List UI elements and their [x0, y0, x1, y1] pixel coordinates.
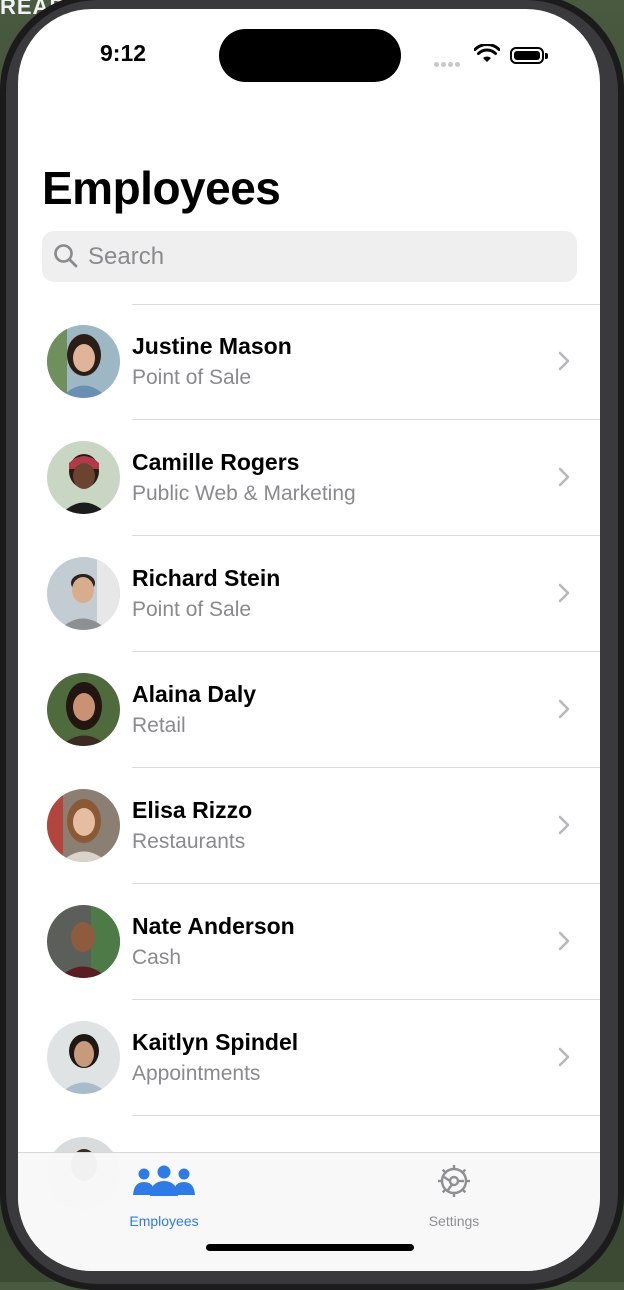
employee-name: Elisa Rizzo [132, 797, 253, 823]
chevron-right-icon [558, 699, 570, 719]
employee-department: Public Web & Marketing [132, 482, 356, 505]
tab-bar: Employees Settings [18, 1152, 600, 1271]
gear-icon [438, 1165, 470, 1197]
employee-row[interactable]: Justine Mason Point of Sale [18, 304, 600, 420]
chevron-right-icon [558, 583, 570, 603]
avatar [47, 441, 120, 514]
page-title: Employees [42, 162, 281, 214]
employee-name: Camille Rogers [132, 449, 300, 475]
employee-department: Point of Sale [132, 366, 252, 389]
employee-department: Appointments [132, 1062, 261, 1085]
employee-name: Nate Anderson [132, 913, 295, 939]
chevron-right-icon [558, 1047, 570, 1067]
chevron-right-icon [558, 931, 570, 951]
employee-department: Cash [132, 946, 182, 969]
employee-name: Justine Mason [132, 333, 292, 359]
employee-name: Kaitlyn Spindel [132, 1029, 299, 1055]
avatar [47, 557, 120, 630]
employee-row[interactable]: Nate Anderson Cash [18, 884, 600, 1000]
avatar [47, 789, 120, 862]
dynamic-island [219, 29, 401, 82]
employee-name: Richard Stein [132, 565, 281, 591]
tab-label: Settings [428, 1213, 480, 1229]
home-indicator[interactable] [206, 1244, 414, 1251]
employee-row[interactable]: Alaina Daly Retail [18, 652, 600, 768]
employee-department: Restaurants [132, 830, 246, 853]
avatar [47, 905, 120, 978]
people-icon [133, 1165, 195, 1196]
employee-row[interactable]: Richard Stein Point of Sale [18, 536, 600, 652]
status-indicators [434, 42, 574, 68]
employee-row[interactable]: Kaitlyn Spindel Appointments [18, 1000, 600, 1116]
search-placeholder: Search [88, 243, 165, 270]
tab-settings[interactable]: Settings [374, 1161, 534, 1231]
cellular-signal-icon [434, 54, 462, 72]
chevron-right-icon [558, 467, 570, 487]
search-field[interactable]: Search [42, 231, 577, 282]
avatar [47, 673, 120, 746]
phone-device: 9:12 Employees Search Justine Mason Poin… [0, 0, 624, 1290]
employee-department: Point of Sale [132, 598, 252, 621]
chevron-right-icon [558, 815, 570, 835]
status-time: 9:12 [100, 40, 147, 66]
employee-row[interactable]: Camille Rogers Public Web & Marketing [18, 420, 600, 536]
search-icon [54, 244, 78, 268]
wifi-icon [474, 44, 500, 62]
employee-name: Alaina Daly [132, 681, 256, 707]
avatar [47, 1021, 120, 1094]
tab-label: Employees [129, 1213, 199, 1229]
employee-row[interactable]: Elisa Rizzo Restaurants [18, 768, 600, 884]
tab-employees[interactable]: Employees [84, 1161, 244, 1231]
employee-department: Retail [132, 714, 186, 737]
battery-icon [510, 47, 548, 64]
avatar [47, 325, 120, 398]
screen: 9:12 Employees Search Justine Mason Poin… [18, 9, 600, 1271]
chevron-right-icon [558, 351, 570, 371]
